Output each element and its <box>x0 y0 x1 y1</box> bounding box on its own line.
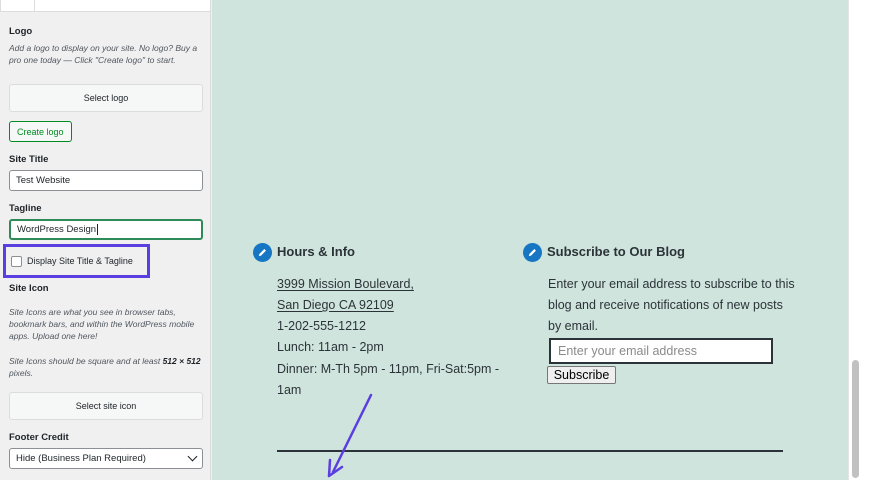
tagline-input[interactable]: WordPress Design <box>9 219 203 240</box>
site-icon-label: Site Icon <box>9 283 49 294</box>
site-icon-description: Site Icons are what you see in browser t… <box>9 307 195 341</box>
logo-label: Logo <box>9 26 33 37</box>
dinner-hours-continued: 1am <box>277 383 302 397</box>
lunch-hours: Lunch: 11am - 2pm <box>277 340 384 354</box>
pencil-icon[interactable] <box>523 243 542 262</box>
size-note-prefix: Site Icons should be square and at least <box>9 356 163 366</box>
phone-number: 1-202-555-1212 <box>277 319 366 333</box>
tab-divider <box>34 0 35 12</box>
footer-credit-label: Footer Credit <box>9 432 69 443</box>
tab-divider <box>0 0 1 12</box>
tagline-value: WordPress Design <box>17 224 97 235</box>
size-note-dimensions: 512 × 512 <box>162 356 201 366</box>
address-line-1[interactable]: 3999 Mission Boulevard, <box>277 277 414 291</box>
site-title-label: Site Title <box>9 154 49 165</box>
address-line-2[interactable]: San Diego CA 92109 <box>277 298 394 312</box>
panel-tab-strip <box>0 0 210 12</box>
email-field[interactable]: Enter your email address <box>549 338 773 364</box>
text-cursor <box>97 224 99 235</box>
size-note-suffix: pixels. <box>9 368 34 378</box>
logo-description: Add a logo to display on your site. No l… <box>9 43 198 65</box>
create-logo-button[interactable]: Create logo <box>9 121 72 142</box>
site-title-input[interactable]: Test Website <box>9 170 203 191</box>
subscribe-widget-title: Subscribe to Our Blog <box>547 244 685 259</box>
scrollbar-thumb[interactable] <box>852 360 859 478</box>
hours-widget-title: Hours & Info <box>277 244 355 259</box>
select-site-icon-button[interactable]: Select site icon <box>9 392 203 420</box>
subscribe-button[interactable]: Subscribe <box>547 366 616 384</box>
dinner-hours: Dinner: M-Th 5pm - 11pm, Fri-Sat:5pm - <box>277 362 500 376</box>
tagline-label: Tagline <box>9 203 42 214</box>
subscribe-description: Enter your email address to subscribe to… <box>548 277 795 333</box>
customizer-panel: Logo Add a logo to display on your site.… <box>0 0 211 480</box>
email-placeholder: Enter your email address <box>558 344 697 358</box>
site-preview <box>212 0 848 480</box>
display-title-checkbox[interactable] <box>11 255 22 267</box>
footer-credit-select[interactable]: Hide (Business Plan Required) <box>9 448 203 469</box>
chevron-down-icon <box>187 451 198 462</box>
site-icon-size-note: Site Icons should be square and at least… <box>9 355 204 379</box>
scrollbar-edge <box>848 0 849 480</box>
annotation-arrow-icon <box>327 393 373 478</box>
footer-credit-value: Hide (Business Plan Required) <box>16 453 146 464</box>
site-title-value: Test Website <box>16 175 71 186</box>
display-title-checkbox-label[interactable]: Display Site Title & Tagline <box>27 256 133 266</box>
display-title-highlight-box: Display Site Title & Tagline <box>3 244 150 278</box>
select-logo-button[interactable]: Select logo <box>9 84 203 112</box>
pencil-icon[interactable] <box>253 243 272 262</box>
